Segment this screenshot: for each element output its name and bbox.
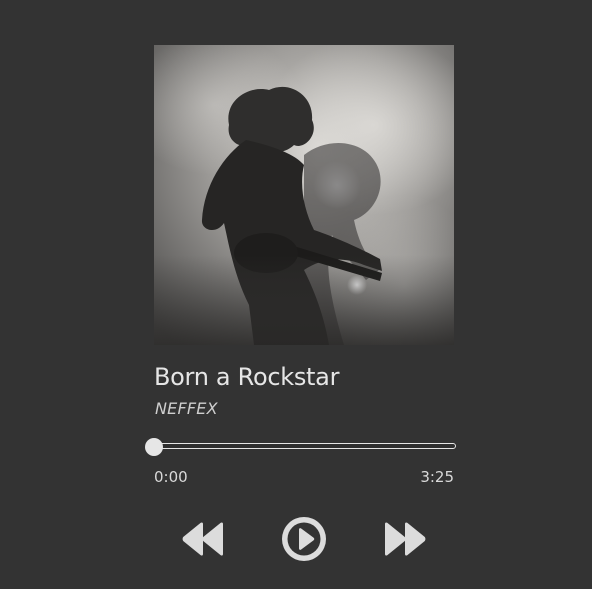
progress-slider[interactable] (145, 438, 458, 456)
fast-forward-icon (385, 522, 426, 556)
track-artist: NEFFEX (155, 399, 218, 418)
previous-button[interactable] (181, 522, 225, 556)
progress-track[interactable] (154, 443, 456, 449)
play-icon (282, 517, 326, 561)
rewind-icon (182, 522, 223, 556)
music-player: Born a Rockstar NEFFEX 0:00 3:25 (0, 0, 592, 589)
album-art-image (154, 45, 454, 345)
progress-thumb[interactable] (145, 438, 163, 456)
album-art (154, 45, 454, 345)
play-button[interactable] (281, 516, 327, 562)
total-time: 3:25 (420, 468, 454, 486)
track-title: Born a Rockstar (154, 363, 340, 391)
next-button[interactable] (383, 522, 427, 556)
current-time: 0:00 (154, 468, 188, 486)
